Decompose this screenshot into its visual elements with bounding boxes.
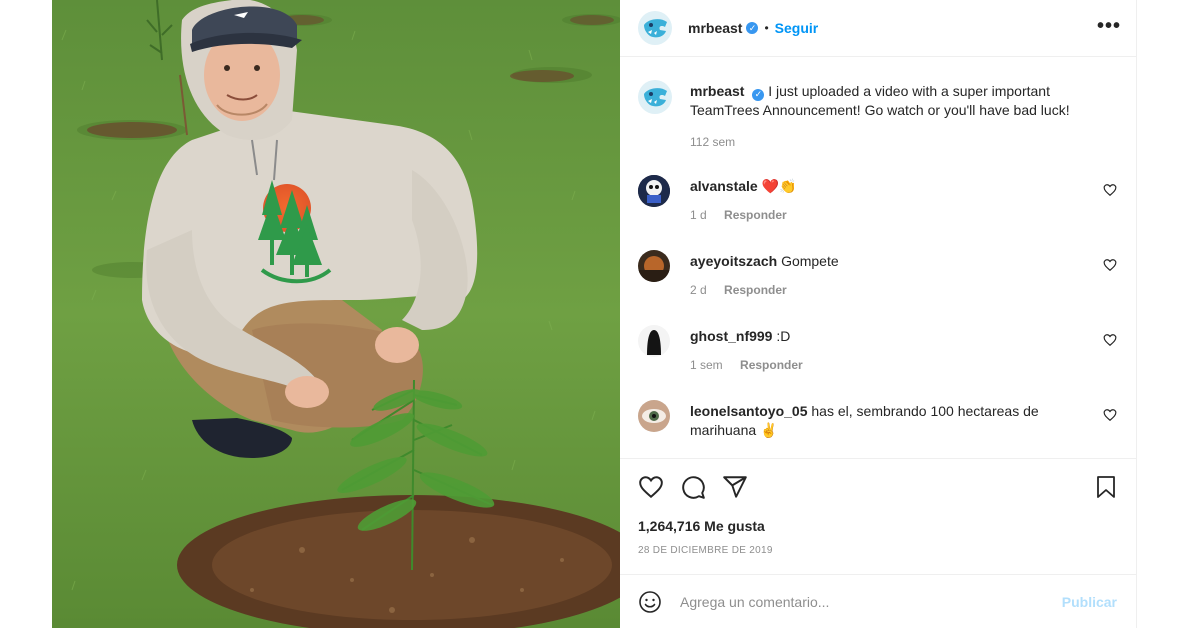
caption-username[interactable]: mrbeast <box>690 83 744 99</box>
comment-text: ayeyoitszach Gompete <box>690 252 1075 271</box>
comment-username[interactable]: leonelsantoyo_05 <box>690 403 808 419</box>
like-comment-heart-icon[interactable] <box>1103 183 1117 197</box>
post-header: mrbeast ✓ • Seguir ••• <box>620 0 1137 57</box>
ghost-avatar-icon <box>638 325 670 357</box>
avatar[interactable] <box>638 175 670 207</box>
avatar[interactable] <box>638 250 670 282</box>
sunset-avatar-icon <box>638 250 670 282</box>
caption-body: I just uploaded a video with a super imp… <box>690 83 1070 118</box>
avatar[interactable] <box>638 11 672 45</box>
follow-button[interactable]: Seguir <box>775 20 819 36</box>
comment-text: ghost_nf999 :D <box>690 327 1075 346</box>
reply-button[interactable]: Responder <box>740 358 803 372</box>
post-side-panel: mrbeast ✓ • Seguir ••• mrbeast ✓ I just … <box>620 0 1137 628</box>
avatar[interactable] <box>638 80 672 114</box>
comment-item: ghost_nf999 :D 1 sem Responder <box>638 325 1137 385</box>
comment-body: :D <box>776 328 791 344</box>
comment-item: leonelsantoyo_05 has el, sembrando 100 h… <box>638 400 1137 460</box>
comment-time[interactable]: 1 d <box>690 208 707 222</box>
action-icons <box>638 474 748 500</box>
like-comment-heart-icon[interactable] <box>1103 333 1117 347</box>
emoji-smiley-icon[interactable] <box>638 590 662 614</box>
reply-button[interactable]: Responder <box>724 208 787 222</box>
comment-bubble-icon[interactable] <box>680 474 706 500</box>
comment-meta: 2 d Responder <box>690 283 787 297</box>
verified-badge-icon: ✓ <box>752 88 765 101</box>
comment-meta: 1 d Responder <box>690 208 787 222</box>
header-username[interactable]: mrbeast <box>688 20 742 36</box>
like-heart-icon[interactable] <box>638 474 664 500</box>
comment-text: alvanstale ❤️👏 <box>690 177 1075 196</box>
comment-body: Gompete <box>781 253 839 269</box>
likes-count[interactable]: 1,264,716 Me gusta <box>638 518 765 534</box>
share-paper-plane-icon[interactable] <box>722 474 748 500</box>
skull-avatar-icon <box>638 175 670 207</box>
comment-input[interactable] <box>680 593 1040 610</box>
verified-badge-icon: ✓ <box>746 22 759 34</box>
comment-username[interactable]: alvanstale <box>690 178 758 194</box>
instagram-post-page: mrbeast ✓ • Seguir ••• mrbeast ✓ I just … <box>0 0 1200 628</box>
save-bookmark-icon[interactable] <box>1095 475 1117 499</box>
caption-text: mrbeast ✓ I just uploaded a video with a… <box>690 82 1120 120</box>
caption-timestamp[interactable]: 112 sem <box>690 135 735 149</box>
comment-time[interactable]: 2 d <box>690 283 707 297</box>
comment-body: ❤️👏 <box>761 178 797 194</box>
comment-time[interactable]: 1 sem <box>690 358 723 372</box>
comment-meta: 1 sem Responder <box>690 358 803 372</box>
publish-button[interactable]: Publicar <box>1062 594 1117 610</box>
reply-button[interactable]: Responder <box>724 283 787 297</box>
comment-item: ayeyoitszach Gompete 2 d Responder <box>638 250 1137 310</box>
eye-avatar-icon <box>638 400 670 432</box>
post-date[interactable]: 28 DE DICIEMBRE DE 2019 <box>638 545 773 556</box>
comment-text: leonelsantoyo_05 has el, sembrando 100 h… <box>690 402 1075 440</box>
separator-dot: • <box>764 21 769 35</box>
add-comment-bar: Publicar <box>620 574 1137 628</box>
avatar[interactable] <box>638 400 670 432</box>
more-options-icon[interactable]: ••• <box>1097 15 1121 38</box>
post-photo[interactable] <box>52 0 620 628</box>
beast-logo-icon <box>638 80 672 114</box>
post-actions: 1,264,716 Me gusta 28 DE DICIEMBRE DE 20… <box>620 458 1137 574</box>
avatar[interactable] <box>638 325 670 357</box>
like-comment-heart-icon[interactable] <box>1103 408 1117 422</box>
comment-username[interactable]: ayeyoitszach <box>690 253 777 269</box>
beast-logo-icon <box>638 11 672 45</box>
photo-of-man-planting-tree <box>52 0 620 628</box>
comment-item: alvanstale ❤️👏 1 d Responder <box>638 175 1137 235</box>
comment-username[interactable]: ghost_nf999 <box>690 328 772 344</box>
like-comment-heart-icon[interactable] <box>1103 258 1117 272</box>
